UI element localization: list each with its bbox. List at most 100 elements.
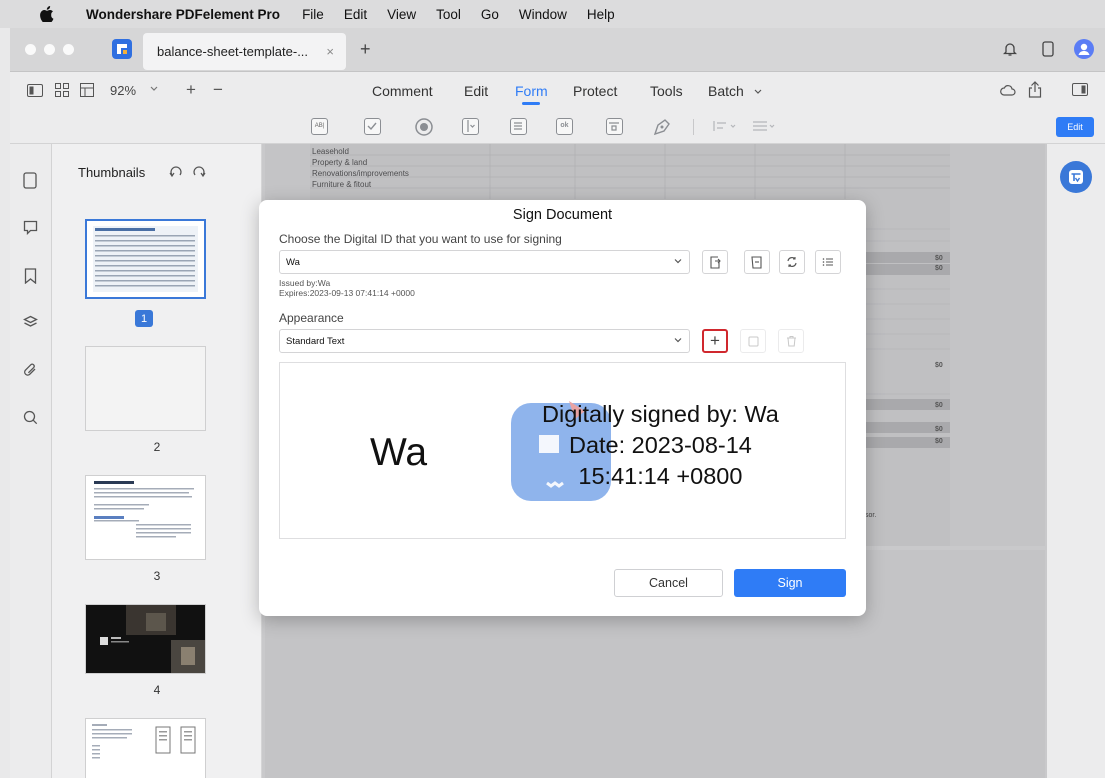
rotate-right-icon[interactable]	[192, 165, 206, 179]
list-icon	[822, 258, 833, 266]
tab-protect[interactable]: Protect	[573, 83, 617, 99]
rotate-left-icon[interactable]	[169, 165, 183, 179]
tab-batch[interactable]: Batch	[708, 83, 744, 99]
edit-icon	[748, 336, 758, 346]
balance-sheet-rows: Leasehold Property & land Renovations/im…	[312, 146, 409, 190]
export-digital-id-button[interactable]	[744, 250, 770, 274]
import-digital-id-button[interactable]	[702, 250, 728, 274]
device-icon[interactable]	[1042, 41, 1054, 57]
chevron-down-icon	[674, 259, 682, 264]
value-cell: $0	[935, 362, 943, 369]
digital-id-info: Issued by:Wa Expires:2023-09-13 07:41:14…	[279, 278, 415, 298]
tab-bar: balance-sheet-template-... × +	[10, 28, 1105, 72]
cloud-icon[interactable]	[1000, 84, 1016, 96]
thumbnail-page-2[interactable]	[85, 346, 206, 431]
value-cell: $0	[935, 265, 943, 272]
document-tab[interactable]: balance-sheet-template-... ×	[143, 33, 346, 70]
edit-appearance-button[interactable]	[740, 329, 766, 353]
zoom-level[interactable]: 92%	[110, 83, 136, 98]
digital-id-select[interactable]: Wa	[279, 250, 690, 274]
sign-button[interactable]: Sign	[734, 569, 846, 597]
tab-edit[interactable]: Edit	[464, 83, 488, 99]
image-field-tool-icon[interactable]	[606, 118, 623, 135]
refresh-icon	[787, 257, 797, 267]
row-label-property: Property & land	[312, 158, 368, 167]
cancel-button[interactable]: Cancel	[614, 569, 723, 597]
tab-tools[interactable]: Tools	[650, 83, 683, 99]
align-tool-icon[interactable]	[713, 120, 739, 132]
menu-view[interactable]: View	[387, 7, 416, 22]
add-appearance-button[interactable]: +	[702, 329, 728, 353]
tab-comment[interactable]: Comment	[372, 83, 433, 99]
menu-bar: Wondershare PDFelement Pro File Edit Vie…	[0, 0, 1105, 28]
zoom-out-button[interactable]: −	[213, 80, 223, 100]
thumbnails-panel: Thumbnails 1 2 3 4	[52, 144, 262, 778]
signature-time-text: 15:41:14 +0800	[578, 463, 743, 489]
layers-icon[interactable]	[23, 315, 38, 330]
checkbox-tool-icon[interactable]	[364, 118, 381, 135]
ai-assistant-icon[interactable]	[1060, 161, 1092, 193]
menu-window[interactable]: Window	[519, 7, 567, 22]
close-window-button[interactable]	[25, 44, 36, 55]
comment-icon[interactable]	[23, 220, 38, 235]
row-label-renovations: Renovations/improvements	[312, 169, 409, 178]
app-name-menu[interactable]: Wondershare PDFelement Pro	[86, 7, 280, 22]
menu-help[interactable]: Help	[587, 7, 615, 22]
share-icon[interactable]	[1028, 81, 1042, 98]
text-field-icon[interactable]: AB|	[311, 118, 328, 135]
minimize-window-button[interactable]	[44, 44, 55, 55]
tab-form[interactable]: Form	[515, 83, 548, 99]
maximize-window-button[interactable]	[63, 44, 74, 55]
radio-button-tool-icon[interactable]	[415, 118, 433, 136]
new-tab-button[interactable]: +	[360, 39, 371, 60]
digitally-signed-by-text: Digitally signed by: Wa	[542, 401, 779, 427]
thumbnail-page-5[interactable]	[85, 718, 206, 778]
zoom-dropdown-icon[interactable]	[150, 86, 158, 92]
button-tool-icon[interactable]: ok	[556, 118, 573, 135]
expires-text: Expires:2023-09-13 07:41:14 +0000	[279, 288, 415, 298]
list-box-tool-icon[interactable]	[510, 118, 527, 135]
close-tab-icon[interactable]: ×	[326, 44, 334, 59]
apple-icon[interactable]	[40, 6, 58, 22]
row-label-leasehold: Leasehold	[312, 147, 349, 156]
value-cell: $0	[935, 426, 943, 433]
menu-edit[interactable]: Edit	[344, 7, 367, 22]
right-panel-toggle-icon[interactable]	[1072, 83, 1088, 96]
left-icon-bar	[10, 144, 52, 778]
digital-id-label: Choose the Digital ID that you want to u…	[279, 232, 562, 246]
chevron-down-icon	[674, 338, 682, 343]
menu-tool[interactable]: Tool	[436, 7, 461, 22]
menu-file[interactable]: File	[302, 7, 324, 22]
batch-dropdown-icon[interactable]	[754, 89, 762, 95]
trash-icon	[786, 336, 796, 347]
issued-by-text: Issued by:Wa	[279, 278, 331, 288]
thumbnail-page-3[interactable]	[85, 475, 206, 560]
appearance-select[interactable]: Standard Text	[279, 329, 690, 353]
signature-field-tool-icon[interactable]	[652, 117, 672, 137]
bookmark-icon[interactable]	[24, 268, 37, 284]
search-icon[interactable]	[23, 410, 38, 425]
delete-appearance-button[interactable]	[778, 329, 804, 353]
list-digital-ids-button[interactable]	[815, 250, 841, 274]
appearance-value: Standard Text	[286, 335, 345, 347]
edit-forms-button[interactable]: Edit	[1056, 117, 1094, 137]
form-tools-bar: AB| ok Edit	[10, 110, 1105, 144]
grid-view-icon[interactable]	[55, 83, 69, 97]
dialog-title: Sign Document	[512, 207, 613, 223]
value-cell: $0	[935, 438, 943, 445]
page-icon[interactable]	[23, 172, 37, 189]
user-avatar[interactable]	[1074, 39, 1094, 59]
zoom-in-button[interactable]: +	[186, 80, 196, 100]
refresh-digital-id-button[interactable]	[779, 250, 805, 274]
signature-preview: Wa Digitally signed by: Wa Date: 2023-08…	[279, 362, 846, 539]
combo-box-tool-icon[interactable]	[462, 118, 479, 135]
distribute-tool-icon[interactable]	[752, 120, 778, 132]
notification-bell-icon[interactable]	[1003, 41, 1017, 57]
attachment-icon[interactable]	[23, 362, 38, 378]
footnote-text: sor.	[865, 512, 877, 519]
single-page-view-icon[interactable]	[27, 84, 43, 97]
thumbnail-page-1[interactable]	[85, 219, 206, 299]
menu-go[interactable]: Go	[481, 7, 499, 22]
layout-icon[interactable]	[80, 83, 94, 97]
thumbnail-page-4[interactable]	[85, 604, 206, 674]
